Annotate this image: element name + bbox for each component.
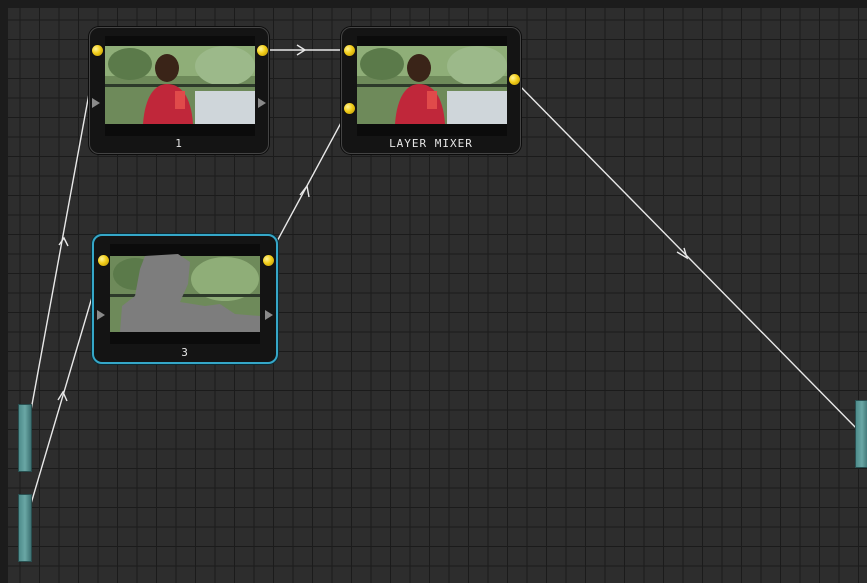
video-frame-image [357, 36, 507, 136]
output-port-icon[interactable] [263, 255, 274, 266]
node-label: LAYER MIXER [389, 137, 473, 150]
video-frame-image [105, 36, 255, 136]
external-output-port[interactable] [855, 400, 867, 468]
arrow-head-icon [58, 236, 69, 247]
input-port-icon[interactable] [344, 45, 355, 56]
layer-mixer-thumbnail [357, 36, 507, 136]
input-port-icon[interactable] [92, 45, 103, 56]
triangle-right-icon [97, 310, 105, 320]
node-3-thumbnail [110, 244, 260, 344]
arrow-head-icon [676, 247, 689, 260]
input-port-icon[interactable] [344, 103, 355, 114]
node-layer-mixer[interactable]: LAYER MIXER [341, 27, 521, 154]
input-port-icon[interactable] [98, 255, 109, 266]
node-3[interactable]: 3 [92, 234, 278, 364]
triangle-right-icon [258, 98, 266, 108]
node-graph-canvas[interactable]: 1 LAYER MIXER 3 [0, 0, 867, 583]
triangle-right-icon [92, 98, 100, 108]
external-input-port-a[interactable] [18, 404, 32, 472]
masked-video-frame-image [110, 244, 260, 344]
node-1[interactable]: 1 [89, 27, 269, 154]
node-1-thumbnail [105, 36, 255, 136]
node-label: 3 [181, 346, 189, 359]
triangle-right-icon [265, 310, 273, 320]
node-label: 1 [175, 137, 183, 150]
link-node-3-to-layer-mixer[interactable] [267, 107, 350, 259]
external-input-port-b[interactable] [18, 494, 32, 562]
output-port-icon[interactable] [257, 45, 268, 56]
output-port-icon[interactable] [509, 74, 520, 85]
